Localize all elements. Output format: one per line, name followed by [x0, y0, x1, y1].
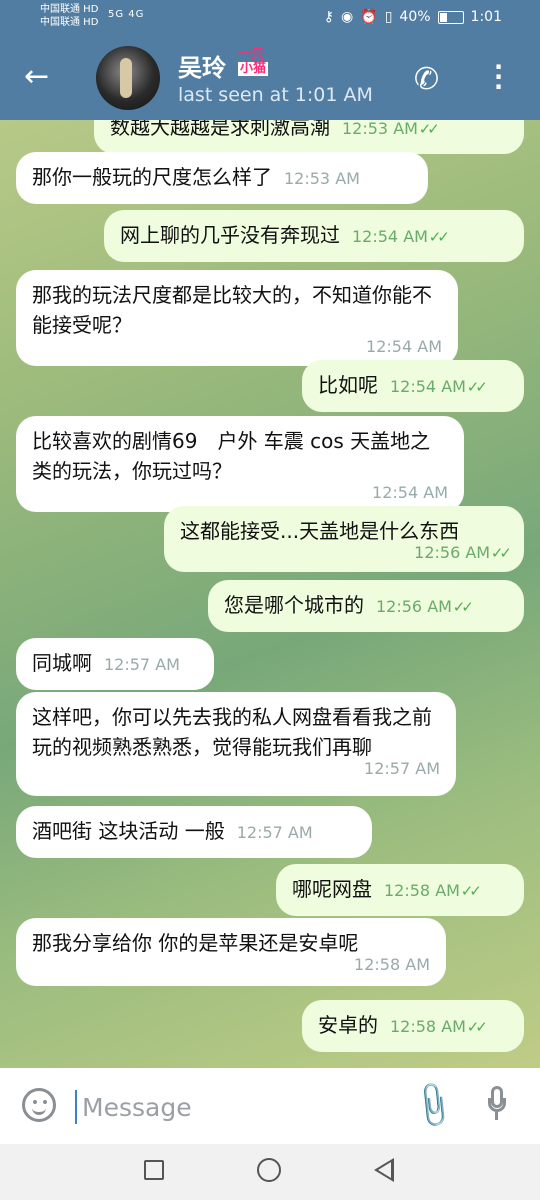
message-text: 您是哪个城市的 — [224, 593, 364, 617]
message-time: 12:56 AM ✓✓ — [376, 597, 474, 616]
message-time: 12:58 AM ✓✓ — [390, 1017, 488, 1036]
last-seen-status: last seen at 1:01 AM — [178, 84, 373, 106]
chat-header: ← 吴玲 一只 小猫 last seen at 1:01 AM ✆ · · · — [0, 36, 540, 120]
battery-icon — [437, 10, 464, 24]
carrier-1: 中国联通 HD — [40, 4, 99, 15]
back-arrow-icon[interactable]: ← — [24, 62, 49, 92]
message-bubble-out[interactable]: 比如呢 12:54 AM ✓✓ — [302, 360, 524, 412]
message-bubble-in[interactable]: 比较喜欢的剧情69 户外 车震 cos 天盖地之类的玩法，你玩过吗？ 12:54 … — [16, 416, 464, 512]
sticker-line-1: 一只 — [238, 47, 265, 62]
message-time: 12:54 AM ✓✓ — [352, 227, 450, 246]
message-text: 那你一般玩的尺度怎么样了 — [32, 165, 272, 189]
recents-icon[interactable] — [144, 1160, 164, 1180]
paperclip-icon[interactable]: 📎 — [407, 1078, 461, 1132]
message-text: 酒吧街 这块活动 一般 — [32, 819, 225, 843]
status-time: 1:01 — [470, 9, 502, 25]
read-check-icon: ✓✓ — [465, 378, 488, 396]
message-bubble-in[interactable]: 这样吧，你可以先去我的私人网盘看看我之前玩的视频熟悉熟悉，觉得能玩我们再聊 12:… — [16, 692, 456, 796]
home-icon[interactable] — [257, 1158, 281, 1182]
vibrate-icon: ▯ — [384, 9, 393, 25]
read-check-icon: ✓✓ — [451, 598, 474, 616]
sticker-line-2: 小猫 — [238, 61, 269, 76]
message-time: 12:58 AM — [354, 955, 430, 974]
message-text: 数越大越越是求刺激高潮 — [110, 120, 330, 139]
battery-percent: 40% — [399, 9, 431, 25]
message-bubble-in[interactable]: 那我的玩法尺度都是比较大的，不知道你能不能接受呢？ 12:54 AM — [16, 270, 458, 366]
read-check-icon: ✓✓ — [465, 1018, 488, 1036]
system-nav-bar — [0, 1144, 540, 1200]
signal-indicator: 5G 4G — [108, 9, 145, 20]
message-time: 12:58 AM ✓✓ — [384, 881, 482, 900]
message-bubble-out[interactable]: 哪呢网盘 12:58 AM ✓✓ — [276, 864, 524, 916]
microphone-icon[interactable] — [488, 1086, 506, 1126]
message-text: 比如呢 — [318, 373, 378, 397]
message-text: 哪呢网盘 — [292, 877, 372, 901]
message-time: 12:57 AM — [364, 759, 440, 778]
text-cursor — [75, 1090, 77, 1124]
message-text: 这都能接受...天盖地是什么东西 — [180, 519, 460, 543]
eye-icon: ◉ — [341, 9, 354, 25]
message-time: 12:57 AM — [104, 655, 180, 674]
key-icon: ⚷ — [323, 9, 335, 25]
message-time: 12:56 AM ✓✓ — [414, 543, 512, 563]
read-check-icon: ✓✓ — [459, 882, 482, 900]
avatar[interactable] — [96, 46, 160, 110]
message-bubble-in[interactable]: 同城啊 12:57 AM — [16, 638, 214, 690]
alarm-icon: ⏰ — [360, 9, 378, 25]
message-bubble-out[interactable]: 网上聊的几乎没有奔现过 12:54 AM ✓✓ — [104, 210, 524, 262]
name-sticker: 一只 小猫 — [238, 47, 269, 76]
message-bubble-in[interactable]: 那我分享给你 你的是苹果还是安卓呢 12:58 AM — [16, 918, 446, 986]
message-text: 网上聊的几乎没有奔现过 — [120, 223, 340, 247]
contact-name[interactable]: 吴玲 — [178, 48, 226, 83]
message-input[interactable] — [80, 1088, 384, 1126]
nav-back-icon[interactable] — [374, 1158, 394, 1182]
composer-bar: 📎 — [0, 1068, 540, 1144]
message-bubble-in[interactable]: 那你一般玩的尺度怎么样了 12:53 AM — [16, 152, 428, 204]
message-text: 同城啊 — [32, 651, 92, 675]
message-time: 12:53 AM ✓✓ — [342, 120, 440, 138]
message-bubble-out[interactable]: 您是哪个城市的 12:56 AM ✓✓ — [208, 580, 524, 632]
message-text: 那我分享给你 你的是苹果还是安卓呢 — [32, 931, 359, 955]
phone-icon[interactable]: ✆ — [414, 62, 439, 97]
status-right: ⚷ ◉ ⏰ ▯ 40% 1:01 — [324, 9, 502, 25]
message-time: 12:54 AM — [372, 483, 448, 502]
message-bubble-out[interactable]: 这都能接受...天盖地是什么东西 12:56 AM ✓✓ — [164, 506, 524, 572]
message-bubble-in[interactable]: 酒吧街 这块活动 一般 12:57 AM — [16, 806, 372, 858]
message-time: 12:54 AM ✓✓ — [390, 377, 488, 396]
carrier-info: 中国联通 HD 中国联通 HD — [40, 3, 98, 29]
message-time: 12:53 AM — [284, 169, 360, 188]
message-text: 这样吧，你可以先去我的私人网盘看看我之前玩的视频熟悉熟悉，觉得能玩我们再聊 — [32, 705, 432, 759]
message-text: 安卓的 — [318, 1013, 378, 1037]
emoji-icon[interactable] — [22, 1088, 56, 1122]
message-list[interactable]: 数越大越越是求刺激高潮 12:53 AM ✓✓ 那你一般玩的尺度怎么样了 12:53 … — [0, 120, 540, 1068]
carrier-2: 中国联通 HD — [40, 17, 99, 28]
message-time: 12:54 AM — [366, 337, 442, 356]
message-text: 比较喜欢的剧情69 户外 车震 cos 天盖地之类的玩法，你玩过吗？ — [32, 429, 431, 483]
message-time: 12:57 AM — [236, 823, 313, 842]
message-bubble-out[interactable]: 数越大越越是求刺激高潮 12:53 AM ✓✓ — [94, 120, 524, 154]
read-check-icon: ✓✓ — [417, 120, 440, 138]
message-bubble-out[interactable]: 安卓的 12:58 AM ✓✓ — [302, 1000, 524, 1052]
more-vertical-icon[interactable]: · · · — [494, 55, 503, 99]
status-bar: 中国联通 HD 中国联通 HD 5G 4G ⚷ ◉ ⏰ ▯ 40% 1:01 — [0, 0, 540, 36]
read-check-icon: ✓✓ — [427, 228, 450, 246]
message-text: 那我的玩法尺度都是比较大的，不知道你能不能接受呢？ — [32, 283, 432, 337]
read-check-icon: ✓✓ — [490, 544, 512, 562]
